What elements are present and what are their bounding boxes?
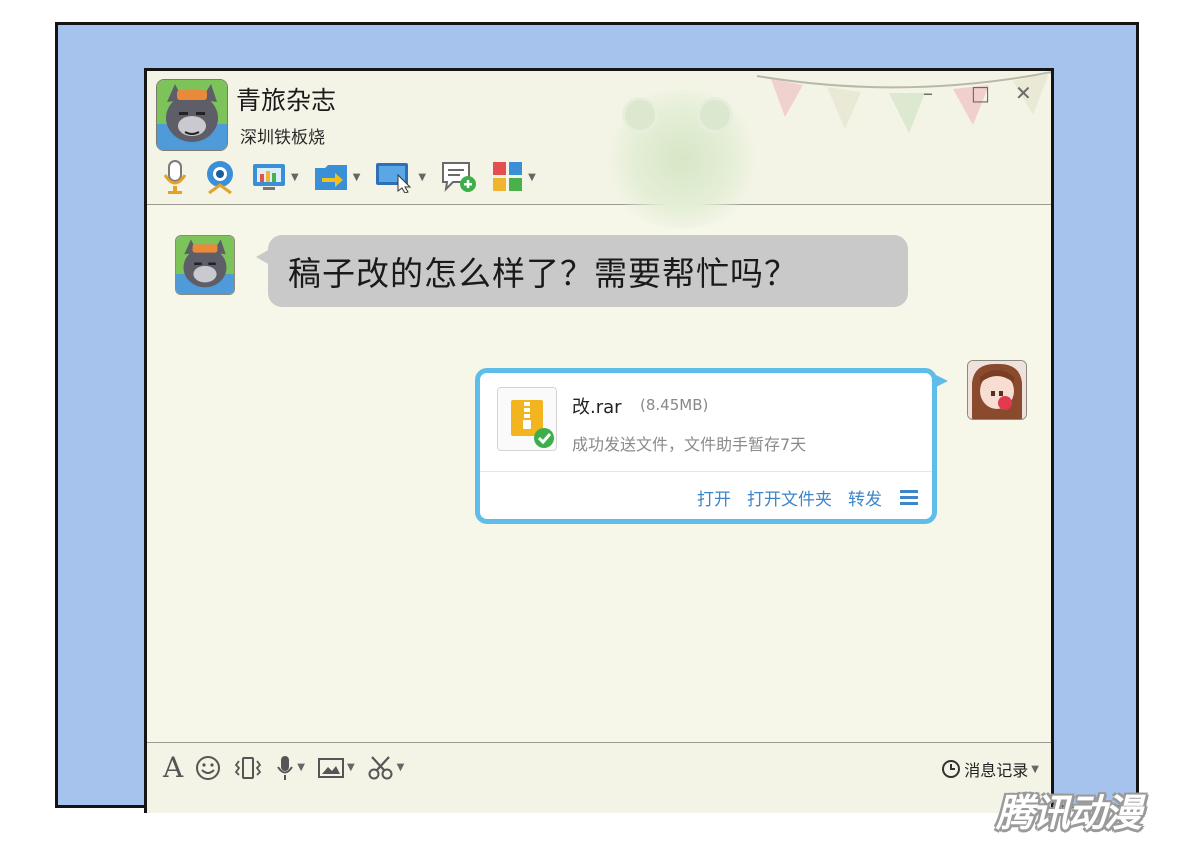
archive-file-icon: [497, 387, 557, 451]
chevron-down-icon[interactable]: ▼: [528, 172, 536, 183]
font-button[interactable]: A: [163, 751, 183, 784]
chevron-down-icon[interactable]: ▼: [353, 172, 361, 183]
new-chat-button[interactable]: [440, 160, 478, 194]
forward-link[interactable]: 转发: [848, 485, 882, 510]
bunting-decoration: [757, 71, 1051, 133]
file-transfer-icon: [314, 165, 347, 190]
message-area: 稿子改的怎么样了？需要帮忙吗？ 改.rar (8.45MB) 成功发送文件，文件…: [147, 205, 1051, 742]
apps-button[interactable]: ▼: [492, 161, 536, 193]
title-bar: 青旅杂志 深圳铁板烧 – □ ✕ ▼ ▼ ▼ ▼: [147, 71, 1051, 229]
font-icon: A: [163, 751, 184, 784]
chevron-down-icon[interactable]: ▼: [347, 762, 355, 773]
toolbar: ▼ ▼ ▼ ▼: [161, 157, 536, 197]
file-actions: 打开 打开文件夹 转发: [697, 485, 918, 510]
microphone-icon: [163, 160, 187, 194]
self-avatar[interactable]: [967, 360, 1027, 420]
file-name: 改.rar: [572, 397, 622, 418]
chevron-down-icon[interactable]: ▼: [397, 762, 405, 773]
contact-avatar[interactable]: [156, 79, 228, 151]
image-button[interactable]: ▼: [317, 756, 355, 780]
chevron-down-icon[interactable]: ▼: [418, 172, 426, 183]
shake-button[interactable]: [233, 755, 263, 781]
screenshot-button[interactable]: ▼: [367, 755, 405, 781]
open-file-link[interactable]: 打开: [697, 485, 731, 510]
apps-icon: [493, 162, 523, 191]
file-message-card[interactable]: 改.rar (8.45MB) 成功发送文件，文件助手暂存7天 打开 打开文件夹 …: [475, 368, 948, 524]
input-toolbar: A ▼ ▼ ▼ 消息记录 ▼: [147, 742, 1051, 813]
history-label: 消息记录: [964, 761, 1029, 780]
image-icon: [317, 757, 344, 778]
maximize-button[interactable]: □: [971, 81, 990, 105]
incoming-message-text: 稿子改的怎么样了？需要帮忙吗？: [288, 254, 798, 293]
chat-window: 青旅杂志 深圳铁板烧 – □ ✕ ▼ ▼ ▼ ▼ 稿子改的怎么样了？需要帮忙吗？…: [144, 68, 1054, 813]
scissors-icon: [368, 755, 393, 779]
open-folder-link[interactable]: 打开文件夹: [747, 485, 832, 510]
menu-icon[interactable]: [900, 490, 918, 505]
card-divider: [480, 471, 932, 472]
screen-share-button[interactable]: ▼: [251, 162, 299, 192]
window-title: 青旅杂志: [236, 86, 337, 115]
watermark-logo: 腾讯动漫: [996, 791, 1142, 835]
voice-message-button[interactable]: ▼: [275, 754, 305, 782]
file-status: 成功发送文件，文件助手暂存7天: [572, 435, 807, 454]
send-file-button[interactable]: ▼: [313, 162, 361, 192]
voice-call-button[interactable]: [161, 159, 189, 195]
microphone-icon: [277, 755, 294, 780]
minimize-button[interactable]: –: [923, 81, 933, 105]
vibrate-icon: [235, 756, 262, 779]
sender-avatar[interactable]: [175, 235, 235, 295]
chevron-down-icon[interactable]: ▼: [297, 762, 305, 773]
webcam-icon: [207, 161, 233, 195]
video-call-button[interactable]: [203, 159, 237, 195]
chevron-down-icon[interactable]: ▼: [291, 172, 299, 183]
remote-desktop-icon: [376, 163, 412, 193]
add-chat-icon: [442, 162, 477, 192]
window-subtitle: 深圳铁板烧: [240, 128, 325, 148]
close-button[interactable]: ✕: [1015, 81, 1032, 105]
emoji-button[interactable]: [195, 755, 221, 781]
screen-share-icon: [253, 164, 285, 190]
input-tools: A ▼ ▼ ▼: [163, 751, 404, 784]
clock-icon: [942, 760, 961, 778]
smiley-icon: [196, 755, 221, 780]
chevron-down-icon: ▼: [1031, 763, 1039, 775]
incoming-message-bubble[interactable]: 稿子改的怎么样了？需要帮忙吗？: [256, 235, 908, 307]
remote-desktop-button[interactable]: ▼: [374, 161, 426, 193]
file-size: (8.45MB): [640, 396, 709, 414]
message-history-button[interactable]: 消息记录 ▼: [941, 757, 1039, 781]
